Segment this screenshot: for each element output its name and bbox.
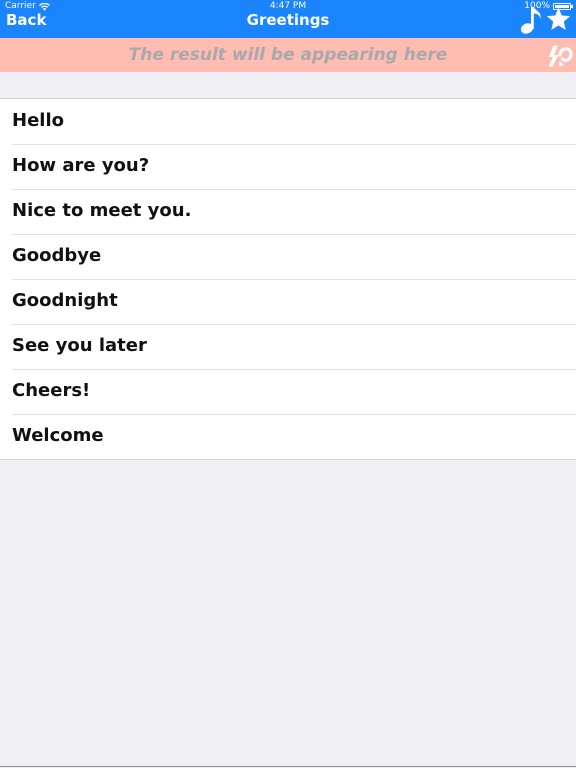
status-time: 4:47 PM: [269, 1, 307, 11]
result-bar: The result will be appearing here: [0, 38, 576, 72]
list-item[interactable]: Goodbye: [0, 234, 576, 279]
navigation-bar: Carrier 4:47 PM 100% Back Greetings: [0, 0, 576, 38]
result-text: The result will be appearing here: [128, 45, 448, 65]
list-item[interactable]: Hello: [0, 99, 576, 144]
translate-icon[interactable]: [547, 42, 573, 68]
list-item[interactable]: See you later: [0, 324, 576, 369]
back-button[interactable]: Back: [6, 11, 46, 29]
list-item[interactable]: Goodnight: [0, 279, 576, 324]
page-title: Greetings: [246, 11, 330, 29]
star-icon[interactable]: [545, 6, 572, 33]
list-item[interactable]: Nice to meet you.: [0, 189, 576, 234]
phrase-list: Hello How are you? Nice to meet you. Goo…: [0, 98, 576, 460]
list-item[interactable]: Cheers!: [0, 369, 576, 414]
list-item[interactable]: How are you?: [0, 144, 576, 189]
list-item[interactable]: Welcome: [0, 414, 576, 459]
bottom-divider: [0, 766, 576, 767]
music-note-icon[interactable]: [518, 5, 544, 35]
